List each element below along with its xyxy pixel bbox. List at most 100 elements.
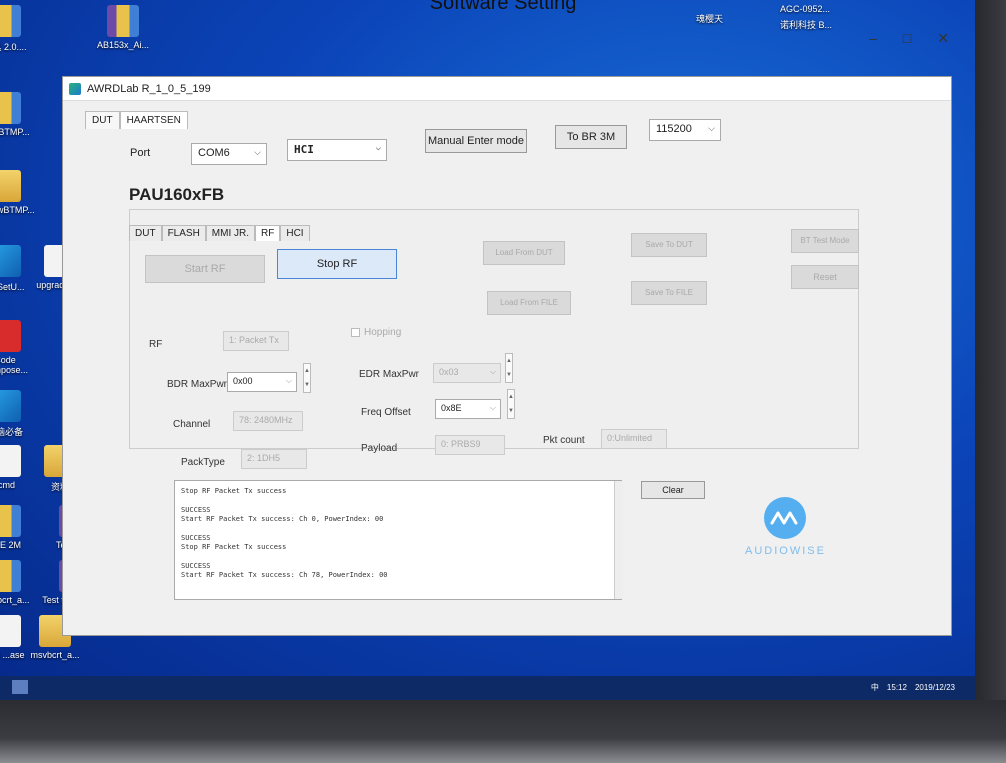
file-icon [0,320,21,352]
bdr-stepper[interactable]: ▲ ▼ [303,363,311,393]
desktop-icon[interactable]: msvbcrt_a... [0,560,40,605]
baud-select[interactable]: 115200 ⌵ [649,119,721,141]
channel-label: Channel [173,419,211,430]
payload-label: Payload [361,443,398,454]
desktop-screen: 工具 2.0.... AB153x_Ai... NewBTMP... ... NewB… [0,0,975,700]
desktop-icon-label: AB153x_Ai... [96,40,150,50]
pkt-count-field[interactable]: 0:Unlimited [601,429,667,449]
desktop-icon-label: 工具 2.0.... [0,42,27,52]
inner-tab-bar: DUT FLASH MMI JR. RF HCI [129,225,310,241]
tab-dut-inner[interactable]: DUT [129,225,162,241]
tab-mmi[interactable]: MMI JR. [205,225,256,241]
desktop-icon[interactable]: -cmd [0,445,40,490]
desktop-icon[interactable]: test ...ase [0,615,40,660]
to-br-3m-button[interactable]: To BR 3M [555,125,627,149]
desktop-icon-label: -cmd [0,480,15,490]
log-scrollbar[interactable] [614,481,623,599]
freq-offset-select[interactable]: 0x8E ⌵ [435,399,501,419]
desktop-icon-label: NewBTMP... [0,127,30,137]
rf-label: RF [149,339,163,350]
chevron-down-icon: ⌵ [285,376,292,385]
desktop-icon[interactable]: 件 SetU... [0,245,40,293]
clock-date[interactable]: 2019/12/23 [915,683,955,692]
start-rf-button[interactable]: Start RF [145,255,265,283]
hopping-label: Hopping [364,327,402,338]
tab-rf[interactable]: RF [255,225,281,241]
packtype-value: 2: 1DH5 [247,453,281,463]
minimize-button[interactable]: – [869,30,877,47]
rf-mode-value: 1: Packet Tx [229,335,279,345]
desk-surface [0,700,1006,763]
log-line: Stop RF Packet Tx success [181,543,287,551]
file-icon [0,445,21,477]
edr-maxpwr-label: EDR MaxPwr [359,369,420,380]
audiowise-logo: AUDIOWISE [745,497,825,557]
file-icon [0,560,21,592]
clear-button[interactable]: Clear [641,481,705,499]
stop-rf-button[interactable]: Stop RF [277,249,397,279]
channel-select[interactable]: 78: 2480MHz [233,411,303,431]
tab-flash[interactable]: FLASH [161,225,206,241]
desktop-icon[interactable]: ... NewBTMP... [0,170,40,215]
port-select[interactable]: COM6 ⌵ [191,143,267,165]
desktop-icon[interactable]: 电脑必备 [0,390,40,438]
log-line: SUCCESS [181,562,211,570]
clock-time[interactable]: 15:12 [887,683,907,692]
chevron-down-icon: ⌵ [489,403,496,412]
language-indicator[interactable]: 中 [871,682,879,693]
log-line: Start RF Packet Tx success: Ch 78, Power… [181,571,388,579]
freq-stepper[interactable]: ▲ ▼ [507,389,515,419]
channel-value: 78: 2480MHz [239,415,293,425]
hopping-checkbox[interactable]: Hopping [351,327,401,338]
save-to-file-button[interactable]: Save To FILE [631,281,707,305]
app-icon [69,82,81,95]
outer-tab-bar: DUT HAARTSEN [85,111,188,129]
load-from-dut-button[interactable]: Load From DUT [483,241,565,265]
taskbar: 中 15:12 2019/12/23 [0,676,975,700]
freq-offset-label: Freq Offset [361,407,411,418]
desktop-icon-label: 电脑必备 [0,427,23,437]
tab-haartsen[interactable]: HAARTSEN [119,111,188,129]
edr-stepper[interactable]: ▲ ▼ [505,353,513,383]
desktop-icon-label: 件 SetU... [0,282,25,292]
log-output[interactable]: Stop RF Packet Tx success SUCCESS Start RF… [174,480,622,600]
payload-value: 0: PRBS9 [441,439,481,449]
window-titlebar[interactable]: AWRDLab R_1_0_5_199 [63,77,951,101]
window-title: AWRDLab R_1_0_5_199 [87,82,211,95]
rf-mode-select[interactable]: 1: Packet Tx [223,331,289,351]
maximize-button[interactable]: □ [903,30,911,47]
packtype-select[interactable]: 2: 1DH5 [241,449,307,469]
load-from-file-button[interactable]: Load From FILE [487,291,571,315]
audiowise-logo-text: AUDIOWISE [745,545,826,557]
edr-maxpwr-select[interactable]: 0x03 ⌵ [433,363,501,383]
pkt-count-label: Pkt count [543,435,585,446]
desktop-icon[interactable]: BLE 2M [0,505,40,550]
bdr-maxpwr-value: 0x00 [233,376,253,386]
bdr-maxpwr-select[interactable]: 0x00 ⌵ [227,372,297,392]
mode-select[interactable]: HCI ⌵ [287,139,387,161]
tab-hci[interactable]: HCI [280,225,310,241]
bdr-maxpwr-label: BDR MaxPwr [167,379,228,390]
chevron-down-icon: ⌵ [375,143,381,153]
bt-test-mode-button[interactable]: BT Test Mode [791,229,859,253]
manual-enter-mode-button[interactable]: Manual Enter mode [425,129,527,153]
tab-dut[interactable]: DUT [85,111,120,129]
close-button[interactable]: ✕ [937,30,949,47]
chevron-down-icon: ⌵ [254,147,261,157]
packtype-label: PackType [181,457,225,468]
desktop-label-3: 诺利科技 B... [780,20,833,30]
start-menu-icon[interactable] [12,680,28,694]
desktop-icon[interactable]: Code Compose... [0,320,40,375]
file-icon [0,92,21,124]
save-to-dut-button[interactable]: Save To DUT [631,233,707,257]
mode-select-value: HCI [294,143,314,156]
desktop-icon-label: BLE 2M [0,540,21,550]
desktop-icon[interactable]: NewBTMP... [0,92,40,137]
file-icon [0,390,21,422]
reset-button[interactable]: Reset [791,265,859,289]
photo-caption: Software Setting [429,0,577,14]
payload-select[interactable]: 0: PRBS9 [435,435,505,455]
